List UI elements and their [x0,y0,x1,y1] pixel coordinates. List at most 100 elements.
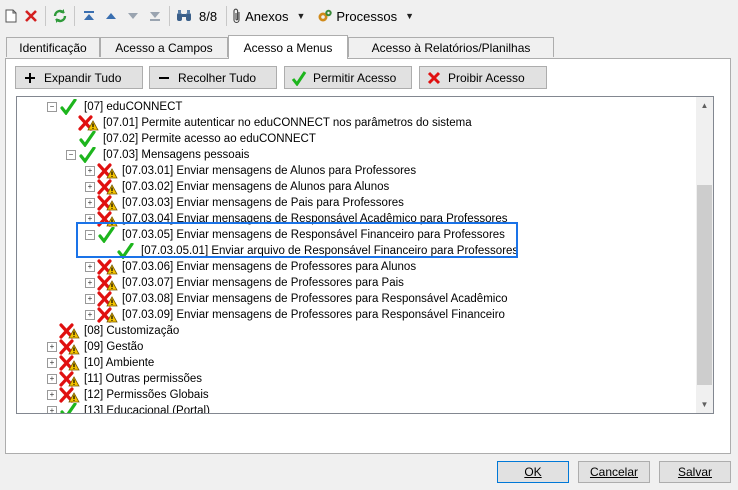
scroll-down-icon[interactable]: ▼ [696,396,713,413]
tree-node[interactable]: [07.03] Mensagens pessoais [78,146,249,164]
expand-all-button[interactable]: Expandir Tudo [15,66,143,89]
status-icon [59,371,81,387]
processos-menu[interactable]: Processos ▼ [315,4,416,28]
previous-record-button[interactable] [100,4,122,28]
toolbar-separator [169,6,170,26]
search-button[interactable] [173,4,195,28]
allowed-check-icon [117,242,134,260]
tree-node[interactable]: [07.03.04] Enviar mensagens de Responsáv… [97,211,507,227]
expand-all-label: Expandir Tudo [44,70,122,85]
tree-node[interactable]: [07.03.08] Enviar mensagens de Professor… [97,291,507,307]
scroll-up-icon[interactable]: ▲ [696,97,713,114]
tab-label: Identificação [19,40,87,55]
ok-button[interactable]: OK [497,461,569,483]
tree-node[interactable]: [07.03.09] Enviar mensagens de Professor… [97,307,505,323]
status-icon [59,339,81,355]
tab-acesso-menus[interactable]: Acesso a Menus [228,35,348,59]
tree-node-label: [07.03.07] Enviar mensagens de Professor… [122,277,404,289]
expand-node-icon[interactable]: + [85,294,95,304]
expand-node-icon[interactable]: + [47,358,57,368]
collapse-node-icon[interactable]: − [85,230,95,240]
save-button[interactable]: Salvar [659,461,731,483]
tree-node-label: [07.03.01] Enviar mensagens de Alunos pa… [122,165,417,177]
tree-node[interactable]: [07.03.07] Enviar mensagens de Professor… [97,275,404,291]
denied-warning-icon [59,371,80,387]
tree-node[interactable]: [12] Permissões Globais [59,387,209,403]
expand-node-icon[interactable]: + [85,198,95,208]
tab-acesso-campos[interactable]: Acesso a Campos [100,37,228,57]
last-record-icon [150,12,160,21]
tree-node[interactable]: [13] Educacional (Portal) [59,402,210,414]
expand-node-icon[interactable]: + [85,310,95,320]
denied-warning-icon [97,307,118,323]
tree-node-label: [12] Permissões Globais [84,389,209,401]
tree-node-label: [07.03.05] Enviar mensagens de Responsáv… [122,229,505,241]
deny-access-label: Proibir Acesso [448,70,525,85]
permit-access-button[interactable]: Permitir Acesso [284,66,412,89]
denied-warning-icon [97,259,118,275]
tree-node-label: [07.03.02] Enviar mensagens de Alunos pa… [122,181,390,193]
next-record-button[interactable] [122,4,144,28]
collapse-node-icon[interactable]: − [47,102,57,112]
tree-node[interactable]: [07.03.05.01] Enviar arquivo de Responsá… [116,242,519,260]
expand-node-icon[interactable]: + [85,166,95,176]
vertical-scrollbar[interactable]: ▲ ▼ [696,97,713,413]
refresh-button[interactable] [49,4,71,28]
plus-icon [22,70,38,86]
expand-node-icon[interactable]: + [47,406,57,413]
save-label: Salvar [677,465,712,479]
tab-identificacao[interactable]: Identificação [6,37,100,57]
tree-node[interactable]: [09] Gestão [59,339,143,355]
tree-node[interactable]: [07.02] Permite acesso ao eduCONNECT [78,130,316,148]
first-record-button[interactable] [78,4,100,28]
expand-node-icon[interactable]: + [47,390,57,400]
collapse-all-button[interactable]: Recolher Tudo [149,66,277,89]
tree-node[interactable]: [07] eduCONNECT [59,98,182,116]
expand-node-icon[interactable]: + [47,342,57,352]
status-icon [97,291,119,307]
tree-node-label: [07.03.03] Enviar mensagens de Pais para… [122,197,404,209]
tree-node[interactable]: [07.03.01] Enviar mensagens de Alunos pa… [97,163,416,179]
status-icon [97,275,119,291]
allowed-check-icon [60,402,77,413]
scroll-thumb[interactable] [697,185,712,385]
tree-node-label: [09] Gestão [84,341,144,353]
tree-node-label: [11] Outras permissões [84,373,203,385]
anexos-menu[interactable]: Anexos ▼ [230,4,307,28]
tree-node[interactable]: [10] Ambiente [59,355,154,371]
tree-node-label: [07.03.05.01] Enviar arquivo de Responsá… [141,245,519,257]
toolbar-separator [226,6,228,26]
tree-node-label: [13] Educacional (Portal) [84,405,210,414]
ok-label: OK [524,465,542,479]
menu-permission-tree[interactable]: [07] eduCONNECT − [07.01] Permite autentic… [16,96,714,414]
minus-icon [156,70,172,86]
new-record-button[interactable] [2,4,20,28]
tree-node[interactable]: [07.03.06] Enviar mensagens de Professor… [97,259,416,275]
denied-warning-icon [97,195,118,211]
last-record-button[interactable] [144,4,166,28]
tree-node[interactable]: [11] Outras permissões [59,371,202,387]
tab-acesso-relatorios[interactable]: Acesso à Relatórios/Planilhas [348,37,554,57]
delete-button[interactable] [20,4,42,28]
expand-node-icon[interactable]: + [85,214,95,224]
tree-node[interactable]: [07.01] Permite autenticar no eduCONNECT… [78,115,472,131]
permit-access-label: Permitir Acesso [313,70,397,85]
deny-access-button[interactable]: Proibir Acesso [419,66,547,89]
tree-node[interactable]: [07.03.05] Enviar mensagens de Responsáv… [97,226,505,244]
tree-node[interactable]: [07.03.02] Enviar mensagens de Alunos pa… [97,179,389,195]
tree-node-label: [08] Customização [84,325,180,337]
expand-node-icon[interactable]: + [47,374,57,384]
collapse-node-icon[interactable]: − [66,150,76,160]
denied-warning-icon [97,179,118,195]
cancel-button[interactable]: Cancelar [578,461,650,483]
delete-x-icon [25,10,37,22]
tree-node[interactable]: [07.03.03] Enviar mensagens de Pais para… [97,195,404,211]
paperclip-icon [233,8,240,24]
expand-node-icon[interactable]: + [85,182,95,192]
expand-node-icon[interactable]: + [85,278,95,288]
tree-node[interactable]: [08] Customização [59,323,179,339]
expand-node-icon[interactable]: + [85,262,95,272]
tree-node-label: [07.03.04] Enviar mensagens de Responsáv… [122,213,508,225]
status-icon [97,163,119,179]
denied-warning-icon [59,323,80,339]
